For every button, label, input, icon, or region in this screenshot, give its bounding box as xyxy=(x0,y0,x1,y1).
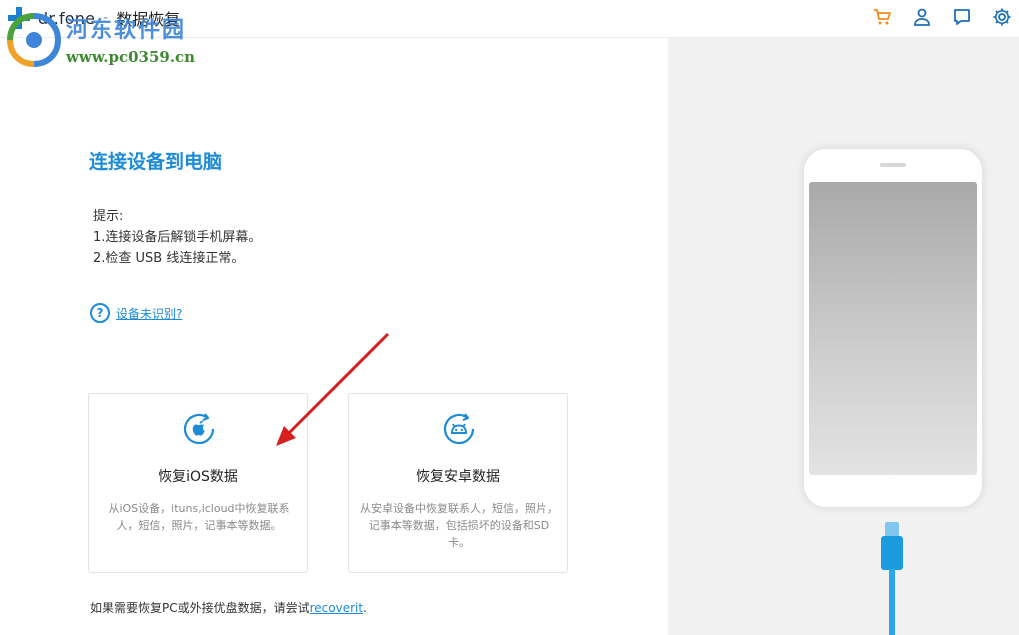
user-icon[interactable] xyxy=(911,6,933,28)
card-title: 恢复安卓数据 xyxy=(416,469,500,485)
title-separator: - xyxy=(103,10,109,26)
phone-speaker xyxy=(880,163,906,167)
help-link-label: 设备未识别? xyxy=(116,306,183,321)
usb-plug xyxy=(881,536,903,570)
tip-item: 1.连接设备后解锁手机屏幕。 xyxy=(93,230,262,245)
usb-cable xyxy=(889,569,895,635)
module-title: 数据恢复 xyxy=(116,10,181,29)
phone-screen xyxy=(809,182,977,475)
footer-suffix: . xyxy=(363,601,367,615)
device-illustration-panel xyxy=(668,38,1019,635)
page-title: 连接设备到电脑 xyxy=(89,151,223,173)
card-title: 恢复iOS数据 xyxy=(158,469,238,485)
card-description: 从安卓设备中恢复联系人，短信，照片，记事本等数据，包括损坏的设备和SD卡。 xyxy=(360,502,558,549)
top-bar: dr.fone - 数据恢复 xyxy=(0,0,1019,38)
apple-icon xyxy=(183,413,215,445)
recoverit-link[interactable]: recoverit xyxy=(310,601,363,615)
question-icon: ? xyxy=(90,303,110,323)
feedback-icon[interactable] xyxy=(951,6,973,28)
android-icon xyxy=(443,413,475,445)
tips-title: 提示: xyxy=(93,209,124,224)
brand: dr.fone - 数据恢复 xyxy=(8,6,180,30)
watermark-url: www.pc0359.cn xyxy=(66,48,196,66)
footer-text: 如果需要恢复PC或外接优盘数据，请尝试 xyxy=(90,601,310,615)
card-description: 从iOS设备，ituns,icloud中恢复联系人，短信，照片，记事本等数据。 xyxy=(108,502,290,532)
top-actions xyxy=(871,6,1013,28)
annotation-arrow-icon xyxy=(276,332,390,446)
device-not-recognized-link[interactable]: ? 设备未识别? xyxy=(90,303,182,323)
tip-item: 2.检查 USB 线连接正常。 xyxy=(93,251,245,266)
brand-name: dr.fone xyxy=(38,8,96,28)
tips-block: 提示: 1.连接设备后解锁手机屏幕。 2.检查 USB 线连接正常。 xyxy=(93,206,261,269)
cart-icon[interactable] xyxy=(871,6,893,28)
drfone-logo-icon xyxy=(8,7,30,29)
footer-note: 如果需要恢复PC或外接优盘数据，请尝试recoverit. xyxy=(90,599,367,616)
phone-illustration xyxy=(804,149,982,507)
settings-icon[interactable] xyxy=(991,6,1013,28)
